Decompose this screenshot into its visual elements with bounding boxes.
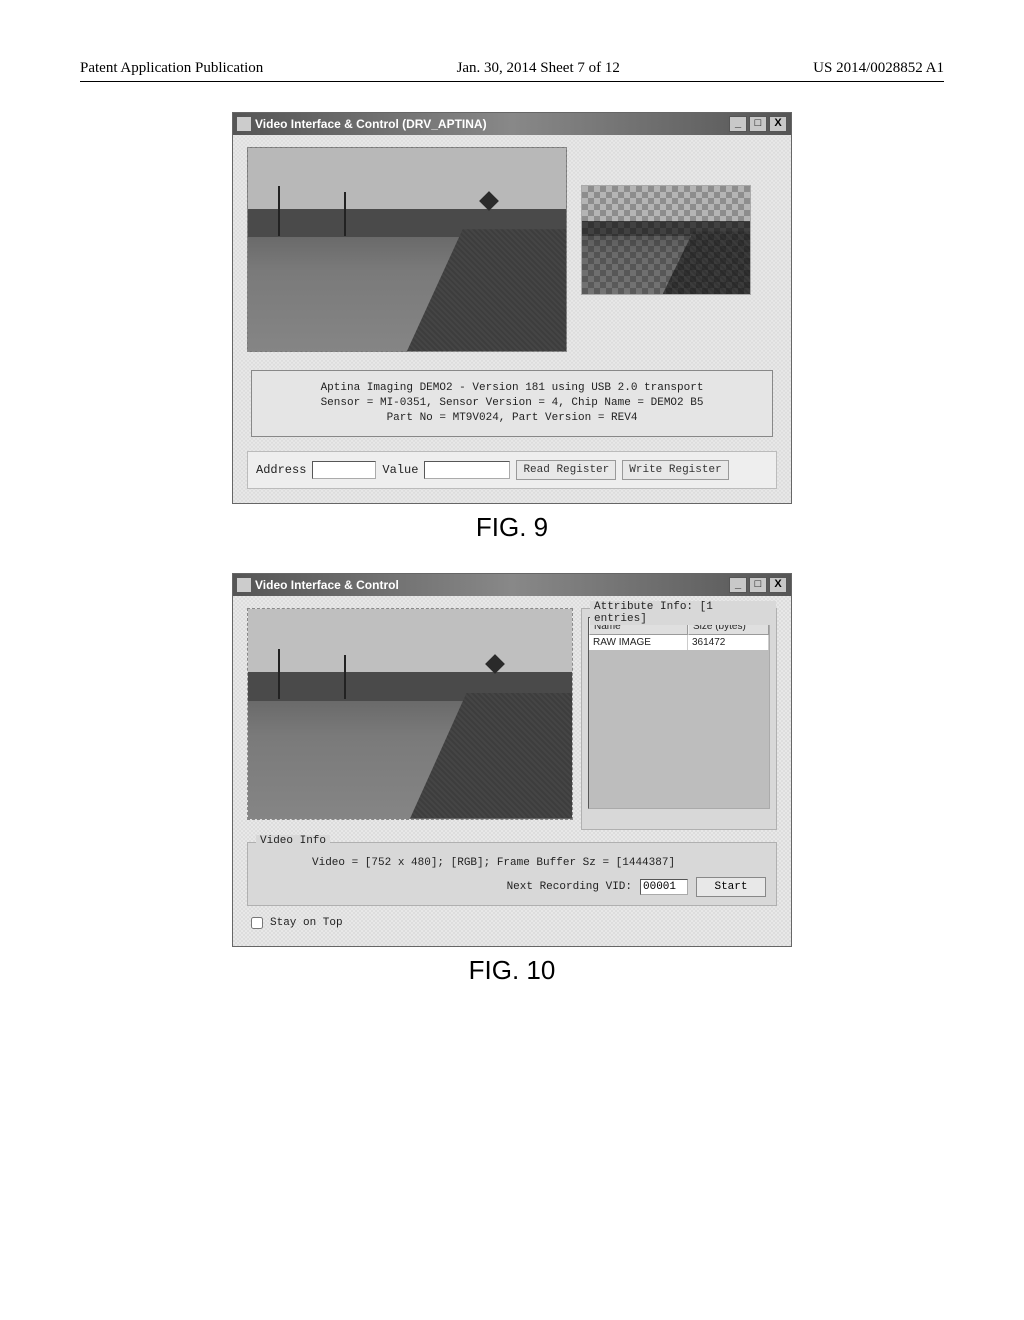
address-input[interactable]: [312, 461, 376, 479]
fig9-titlebar: Video Interface & Control (DRV_APTINA) _…: [233, 113, 791, 135]
start-button[interactable]: Start: [696, 877, 766, 897]
maximize-button[interactable]: □: [749, 577, 767, 593]
figure-9-caption: FIG. 9: [80, 512, 944, 543]
read-register-button[interactable]: Read Register: [516, 460, 616, 480]
attribute-table: Name Size (bytes) RAW IMAGE 361472: [588, 617, 770, 809]
sensor-info-box: Aptina Imaging DEMO2 - Version 181 using…: [251, 370, 773, 437]
minimize-button[interactable]: _: [729, 116, 747, 132]
cell-name: RAW IMAGE: [589, 635, 688, 650]
figure-10-caption: FIG. 10: [80, 955, 944, 986]
attribute-info-group: Attribute Info: [1 entries] Name Size (b…: [581, 608, 777, 830]
attribute-info-legend: Attribute Info: [1 entries]: [590, 601, 776, 625]
write-register-button[interactable]: Write Register: [622, 460, 728, 480]
minimize-button[interactable]: _: [729, 577, 747, 593]
app-icon: [237, 578, 251, 592]
video-info-line: Video = [752 x 480]; [RGB]; Frame Buffer…: [312, 857, 766, 869]
value-label: Value: [382, 463, 418, 477]
fig10-titlebar: Video Interface & Control _ □ X: [233, 574, 791, 596]
video-info-legend: Video Info: [256, 835, 330, 847]
close-button[interactable]: X: [769, 116, 787, 132]
stay-on-top-label: Stay on Top: [270, 917, 343, 929]
maximize-button[interactable]: □: [749, 116, 767, 132]
video-info-group: Video Info Video = [752 x 480]; [RGB]; F…: [247, 842, 777, 906]
fig10-window: Video Interface & Control _ □ X: [232, 573, 792, 947]
page-header: Patent Application Publication Jan. 30, …: [80, 60, 944, 82]
table-row[interactable]: RAW IMAGE 361472: [589, 635, 769, 650]
value-input[interactable]: [424, 461, 510, 479]
address-label: Address: [256, 463, 306, 477]
main-video-preview: [247, 608, 573, 820]
header-left: Patent Application Publication: [80, 60, 263, 77]
app-icon: [237, 117, 251, 131]
stay-on-top-row: Stay on Top: [247, 914, 777, 932]
register-row: Address Value Read Register Write Regist…: [247, 451, 777, 489]
figure-9-block: Video Interface & Control (DRV_APTINA) _…: [80, 112, 944, 543]
fig10-title-text: Video Interface & Control: [255, 578, 399, 592]
close-button[interactable]: X: [769, 577, 787, 593]
next-recording-input[interactable]: [640, 879, 688, 895]
fig9-title-text: Video Interface & Control (DRV_APTINA): [255, 117, 487, 131]
figure-10-block: Video Interface & Control _ □ X: [80, 573, 944, 986]
cell-size: 361472: [688, 635, 769, 650]
stay-on-top-checkbox[interactable]: [251, 917, 263, 929]
header-center: Jan. 30, 2014 Sheet 7 of 12: [457, 60, 620, 77]
thumbnail-preview: [581, 185, 751, 295]
main-video-preview: [247, 147, 567, 352]
fig9-window: Video Interface & Control (DRV_APTINA) _…: [232, 112, 792, 504]
header-right: US 2014/0028852 A1: [813, 60, 944, 77]
next-recording-label: Next Recording VID:: [507, 881, 632, 893]
